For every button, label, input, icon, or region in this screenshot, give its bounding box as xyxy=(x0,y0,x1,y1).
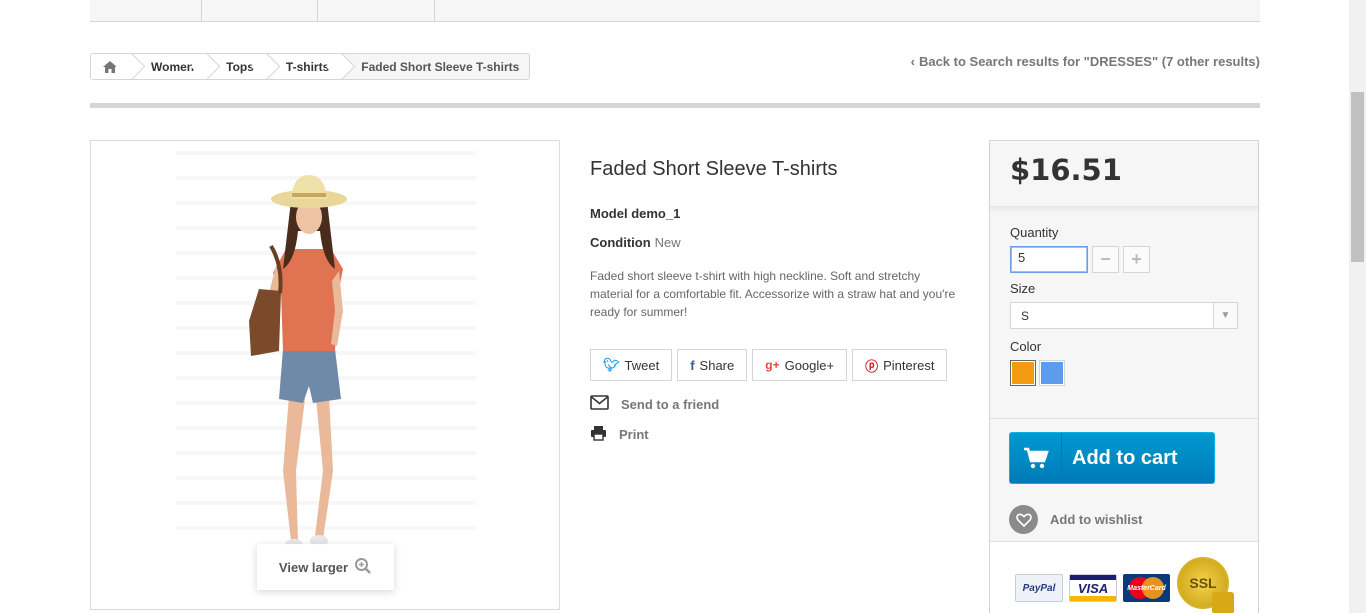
scrollbar-thumb[interactable] xyxy=(1351,92,1364,262)
product-photo[interactable] xyxy=(91,141,559,609)
visa-logo: VISA xyxy=(1069,574,1117,602)
social-share-buttons: 🐦︎ Tweet f Share g+ Google+ ⓟ Pinterest xyxy=(590,349,948,381)
tweet-label: Tweet xyxy=(624,357,660,373)
breadcrumb: Women Tops T-shirts Faded Short Sleeve T… xyxy=(90,53,531,80)
page-scrollbar[interactable] xyxy=(1349,0,1366,613)
condition-value: New xyxy=(654,235,681,250)
add-to-wishlist-label: Add to wishlist xyxy=(1050,512,1143,527)
cart-area: Add to cart Add to wishlist xyxy=(990,418,1258,541)
back-to-search-link[interactable]: ‹ Back to Search results for "DRESSES" (7… xyxy=(911,54,1260,69)
add-to-cart-button[interactable]: Add to cart xyxy=(1009,432,1215,484)
pinterest-label: Pinterest xyxy=(883,357,935,373)
view-larger-button[interactable]: View larger xyxy=(257,544,394,590)
product-description: Faded short sleeve t-shirt with high nec… xyxy=(590,269,956,319)
buy-box: $16.51 Quantity 5 − + Size S ▼ Color Add… xyxy=(989,140,1259,613)
pinterest-icon: ⓟ xyxy=(865,358,879,374)
print-label: Print xyxy=(619,427,649,442)
condition-label: Condition xyxy=(590,235,651,250)
product-options: Quantity 5 − + Size S ▼ Color xyxy=(1010,225,1240,386)
print-icon xyxy=(590,425,607,444)
lock-icon xyxy=(1212,592,1234,613)
pinterest-button[interactable]: ⓟ Pinterest xyxy=(852,349,948,381)
back-link-label: Back to Search results for "DRESSES" (7 … xyxy=(918,54,1260,69)
product-price: $16.51 xyxy=(1010,153,1122,187)
breadcrumb-current: Faded Short Sleeve T-shirts xyxy=(341,54,530,79)
product-title: Faded Short Sleeve T-shirts xyxy=(590,158,838,180)
facebook-icon: f xyxy=(690,357,695,373)
zoom-icon xyxy=(354,557,372,578)
chevron-down-icon[interactable]: ▼ xyxy=(1213,303,1237,328)
quantity-input[interactable]: 5 xyxy=(1010,246,1088,273)
quantity-label: Quantity xyxy=(1010,225,1059,240)
quantity-decrease-button[interactable]: − xyxy=(1092,246,1119,273)
chevron-left-icon: ‹ xyxy=(910,54,915,69)
shopping-cart-icon xyxy=(1010,433,1062,483)
tweet-button[interactable]: 🐦︎ Tweet xyxy=(590,349,673,381)
size-label: Size xyxy=(1010,281,1036,296)
model-value: demo_1 xyxy=(631,206,681,221)
color-label: Color xyxy=(1010,339,1042,354)
product-condition: Condition New xyxy=(590,235,681,250)
home-icon xyxy=(102,60,118,74)
product-image-container[interactable]: View larger xyxy=(90,140,560,610)
size-select[interactable]: S ▼ xyxy=(1010,302,1238,329)
price-area: $16.51 xyxy=(990,141,1258,207)
menu-divider xyxy=(201,0,202,22)
model-label: Model xyxy=(590,206,628,221)
add-to-wishlist-link[interactable]: Add to wishlist xyxy=(1009,505,1142,534)
size-selected-value: S xyxy=(1021,308,1030,323)
color-swatch-blue[interactable] xyxy=(1039,360,1065,386)
color-swatch-orange[interactable] xyxy=(1010,360,1036,386)
twitter-icon: 🐦︎ xyxy=(603,357,620,372)
envelope-icon xyxy=(590,395,609,413)
mastercard-label: MasterCard xyxy=(1127,584,1166,592)
paypal-logo: PayPal xyxy=(1015,574,1063,602)
mastercard-logo: MasterCard xyxy=(1123,574,1170,602)
menu-divider xyxy=(434,0,435,22)
payment-logos: PayPal VISA MasterCard SSL xyxy=(990,541,1258,613)
breadcrumb-home[interactable] xyxy=(91,54,131,79)
send-to-friend-link[interactable]: Send to a friend xyxy=(590,395,719,413)
share-label: Share xyxy=(699,357,735,373)
quantity-increase-button[interactable]: + xyxy=(1123,246,1150,273)
google-plus-icon: g+ xyxy=(765,358,780,372)
send-to-friend-label: Send to a friend xyxy=(621,396,720,412)
visa-label: VISA xyxy=(1077,580,1109,596)
top-menu-bar xyxy=(90,0,1260,22)
add-to-cart-label: Add to cart xyxy=(1072,446,1178,469)
facebook-share-button[interactable]: f Share xyxy=(677,349,748,381)
google-label: Google+ xyxy=(784,357,835,373)
google-plus-button[interactable]: g+ Google+ xyxy=(752,349,848,381)
product-model: Model demo_1 xyxy=(590,206,680,221)
quantity-row: 5 − + xyxy=(1010,246,1240,273)
menu-divider xyxy=(317,0,318,22)
print-link[interactable]: Print xyxy=(590,425,649,444)
heart-icon xyxy=(1009,505,1038,534)
view-larger-label: View larger xyxy=(278,559,349,575)
color-swatches xyxy=(1010,360,1240,386)
section-divider xyxy=(90,103,1260,108)
ssl-label: SSL xyxy=(1189,575,1217,591)
